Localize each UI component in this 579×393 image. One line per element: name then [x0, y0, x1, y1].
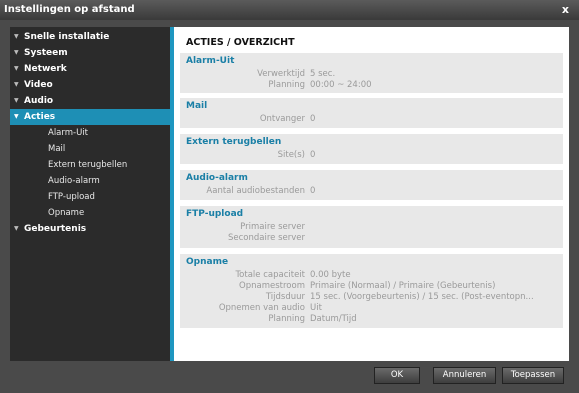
row-label: Aantal audiobestanden [206, 186, 305, 196]
sidebar-item-label: Gebeurtenis [24, 224, 87, 234]
row-label: Secondaire server [228, 233, 305, 243]
row-label: Planning [268, 80, 305, 90]
section-audio-alarm: Audio-alarm Aantal audiobestanden 0 [180, 170, 563, 200]
sidebar-item-netwerk[interactable]: ▼ Netwerk [10, 61, 170, 77]
sidebar-item-label: Snelle installatie [24, 32, 110, 42]
sidebar-item-gebeurtenis[interactable]: ▼ Gebeurtenis [10, 221, 170, 237]
info-row: Tijdsduur 15 sec. (Voorgebeurtenis) / 15… [180, 292, 563, 303]
sidebar-subitem-opname[interactable]: Opname [10, 205, 170, 221]
sidebar-subitem-extern-terugbellen[interactable]: Extern terugbellen [10, 157, 170, 173]
cancel-button[interactable]: Annuleren [433, 367, 496, 384]
section-title: FTP-upload [186, 209, 244, 219]
sidebar-subitem-audio-alarm[interactable]: Audio-alarm [10, 173, 170, 189]
sidebar-subitem-ftp-upload[interactable]: FTP-upload [10, 189, 170, 205]
page-title: ACTIES / OVERZICHT [186, 37, 295, 48]
sidebar-item-label: Systeem [24, 48, 68, 58]
section-title: Mail [186, 101, 208, 111]
triangle-down-icon: ▼ [14, 33, 19, 40]
sidebar-item-label: Acties [24, 112, 56, 122]
ok-button[interactable]: OK [374, 367, 420, 384]
row-label: Planning [268, 314, 305, 324]
info-row: Planning 00:00 ~ 24:00 [180, 80, 563, 91]
row-value: 5 sec. [310, 69, 336, 79]
sidebar-subitem-alarm-uit[interactable]: Alarm-Uit [10, 125, 170, 141]
sidebar-item-systeem[interactable]: ▼ Systeem [10, 45, 170, 61]
section-alarm-uit: Alarm-Uit Verwerktijd 5 sec. Planning 00… [180, 53, 563, 93]
info-row: Ontvanger 0 [180, 114, 563, 125]
content-panel: ACTIES / OVERZICHT Alarm-Uit Verwerktijd… [174, 27, 569, 361]
row-value: 0 [310, 150, 316, 160]
row-value: 0 [310, 114, 316, 124]
info-row: Aantal audiobestanden 0 [180, 186, 563, 197]
info-row: Planning Datum/Tijd [180, 314, 563, 325]
row-label: Tijdsduur [265, 292, 305, 302]
window-titlebar: Instellingen op afstand x [0, 0, 579, 20]
section-mail: Mail Ontvanger 0 [180, 98, 563, 128]
row-label: Opnamestroom [239, 281, 305, 291]
row-label: Opnemen van audio [218, 303, 305, 313]
row-value: Primaire (Normaal) / Primaire (Gebeurten… [310, 281, 496, 291]
sidebar-item-label: Netwerk [24, 64, 67, 74]
info-row: Secondaire server [180, 233, 563, 244]
row-value: 0.00 byte [310, 270, 351, 280]
window-title: Instellingen op afstand [4, 4, 135, 15]
section-ftp-upload: FTP-upload Primaire server Secondaire se… [180, 206, 563, 248]
row-value: 0 [310, 186, 316, 196]
section-extern-terugbellen: Extern terugbellen Site(s) 0 [180, 134, 563, 164]
sidebar: ▼ Snelle installatie ▼ Systeem ▼ Netwerk… [10, 27, 170, 361]
info-row: Site(s) 0 [180, 150, 563, 161]
triangle-down-icon: ▼ [14, 81, 19, 88]
row-label: Ontvanger [259, 114, 305, 124]
sidebar-item-acties[interactable]: ▼ Acties [10, 109, 170, 125]
section-opname: Opname Totale capaciteit 0.00 byte Opnam… [180, 254, 563, 328]
triangle-down-icon: ▼ [14, 225, 19, 232]
sidebar-item-snelle-installatie[interactable]: ▼ Snelle installatie [10, 29, 170, 45]
triangle-down-icon: ▼ [14, 49, 19, 56]
info-row: Totale capaciteit 0.00 byte [180, 270, 563, 281]
triangle-down-icon: ▼ [14, 65, 19, 72]
section-title: Opname [186, 257, 229, 267]
info-row: Primaire server [180, 222, 563, 233]
sidebar-subitem-mail[interactable]: Mail [10, 141, 170, 157]
apply-button[interactable]: Toepassen [502, 367, 564, 384]
info-row: Verwerktijd 5 sec. [180, 69, 563, 80]
sidebar-item-label: Audio [24, 96, 54, 106]
row-value: Datum/Tijd [310, 314, 357, 324]
section-title: Extern terugbellen [186, 137, 282, 147]
section-title: Alarm-Uit [186, 56, 235, 66]
row-value: 00:00 ~ 24:00 [310, 80, 372, 90]
sidebar-item-video[interactable]: ▼ Video [10, 77, 170, 93]
sidebar-item-audio[interactable]: ▼ Audio [10, 93, 170, 109]
info-row: Opnemen van audio Uit [180, 303, 563, 314]
row-value: 15 sec. (Voorgebeurtenis) / 15 sec. (Pos… [310, 292, 534, 302]
triangle-down-icon: ▼ [14, 97, 19, 104]
row-value: Uit [310, 303, 322, 313]
row-label: Site(s) [277, 150, 305, 160]
row-label: Totale capaciteit [235, 270, 305, 280]
close-button[interactable]: x [562, 0, 569, 20]
row-label: Verwerktijd [257, 69, 305, 79]
row-label: Primaire server [240, 222, 305, 232]
sidebar-item-label: Video [24, 80, 53, 90]
triangle-down-icon: ▼ [14, 113, 19, 120]
section-title: Audio-alarm [186, 173, 248, 183]
info-row: Opnamestroom Primaire (Normaal) / Primai… [180, 281, 563, 292]
